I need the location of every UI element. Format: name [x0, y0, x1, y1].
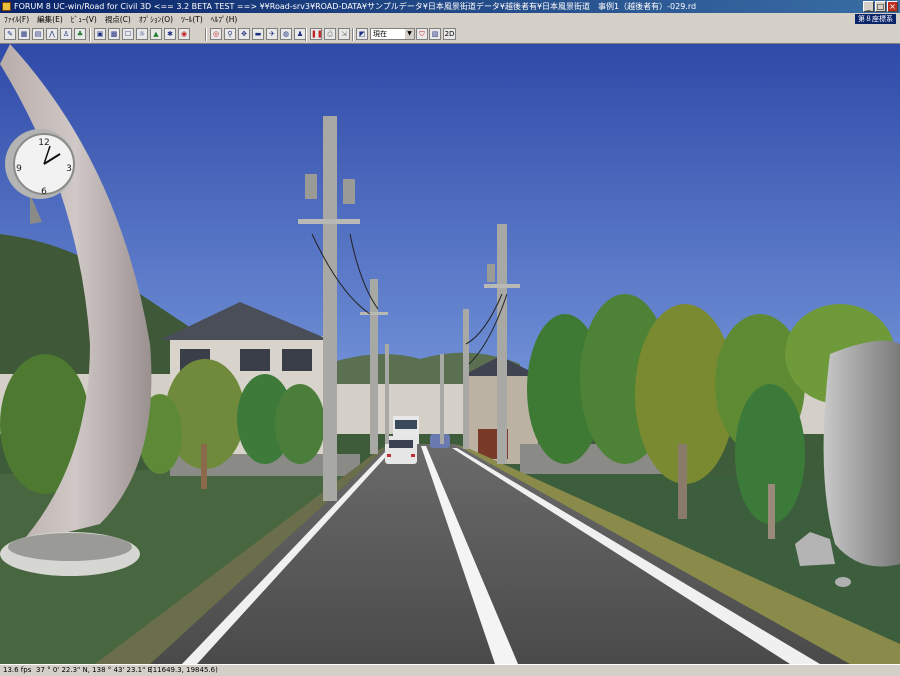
walk-icon[interactable]: ⚲ — [224, 28, 236, 40]
person-icon[interactable]: ♙ — [60, 28, 72, 40]
menu-help[interactable]: ﾍﾙﾌﾟ(H) — [207, 13, 242, 26]
print-icon[interactable]: ⎙ — [324, 28, 336, 40]
window-title: FORUM 8 UC-win/Road for Civil 3D <== 3.2… — [14, 2, 697, 11]
position-readout: (11649.3, 19845.6) — [150, 666, 218, 674]
globe-icon[interactable]: ◍ — [280, 28, 292, 40]
vehicle-car — [385, 436, 417, 464]
light-icon[interactable]: ☼ — [136, 28, 148, 40]
fps-readout: 13.6 fps — [3, 666, 32, 674]
grid-view-icon[interactable]: ▦ — [18, 28, 30, 40]
menu-tools[interactable]: ﾂｰﾙ(T) — [177, 13, 207, 26]
scene-render: 12 3 6 9 — [0, 44, 900, 664]
clock-number-3: 3 — [66, 164, 72, 174]
clock-number-9: 9 — [16, 164, 22, 174]
menu-view[interactable]: ﾋﾞｭｰ(V) — [67, 13, 101, 26]
toolbar: ✎ ▦ ▤ ⋀ ♙ ♣ ▣ ▩ ☐ ☼ ▲ ✱ ◉ ◎ ⚲ ✥ ▬ ✈ ◍ ♟ … — [0, 26, 900, 44]
chevron-down-icon: ▼ — [405, 29, 414, 39]
view-2d-button[interactable]: 2D — [443, 28, 456, 40]
menu-bar: ﾌｧｲﾙ(F) 編集(E) ﾋﾞｭｰ(V) 視点(C) ｵﾌﾟｼｮﾝ(O) ﾂｰﾙ(T) ﾍ… — [0, 13, 900, 26]
geo-coordinate-readout: 37 ° 0' 22.3" N, 138 ° 43' 23.1" E — [36, 666, 152, 674]
camera-view-icon[interactable]: ◩ — [356, 28, 368, 40]
clock-number-12: 12 — [38, 138, 49, 148]
menu-file[interactable]: ﾌｧｲﾙ(F) — [0, 13, 33, 26]
road-icon[interactable]: ⋀ — [46, 28, 58, 40]
record-icon[interactable]: ◉ — [178, 28, 190, 40]
image-icon[interactable]: ▩ — [108, 28, 120, 40]
target-icon[interactable]: ◎ — [210, 28, 222, 40]
view-select[interactable]: 現在 ▼ — [370, 28, 415, 40]
pause-icon[interactable]: ❚❚ — [310, 28, 323, 40]
pen-icon[interactable]: ✎ — [4, 28, 16, 40]
shield-icon[interactable]: ⛉ — [416, 28, 428, 40]
table-icon[interactable]: ▤ — [32, 28, 44, 40]
menu-camera[interactable]: 視点(C) — [101, 13, 135, 26]
window-icon[interactable]: ▣ — [94, 28, 106, 40]
export-icon[interactable]: ⇲ — [338, 28, 350, 40]
stone-boulder-right — [823, 340, 900, 567]
plane-icon[interactable]: ✈ — [266, 28, 278, 40]
menu-options[interactable]: ｵﾌﾟｼｮﾝ(O) — [135, 13, 177, 26]
coordinate-system-label: 第８座標系 — [855, 14, 896, 24]
3d-viewport[interactable]: 12 3 6 9 — [0, 44, 900, 664]
menu-edit[interactable]: 編集(E) — [33, 13, 67, 26]
status-bar: 13.6 fps 37 ° 0' 22.3" N, 138 ° 43' 23.1… — [0, 664, 900, 676]
clock-number-6: 6 — [41, 187, 47, 197]
maximize-button[interactable]: □ — [875, 1, 886, 12]
app-icon — [2, 2, 11, 11]
car-icon[interactable]: ▬ — [252, 28, 264, 40]
dialog-icon[interactable]: ☐ — [122, 28, 134, 40]
tree-icon[interactable]: ♣ — [74, 28, 86, 40]
screenshot-icon[interactable]: ▧ — [429, 28, 441, 40]
terrain-icon[interactable]: ▲ — [150, 28, 162, 40]
settings-icon[interactable]: ✱ — [164, 28, 176, 40]
move-icon[interactable]: ✥ — [238, 28, 250, 40]
close-button[interactable]: × — [887, 1, 898, 12]
minimize-button[interactable]: _ — [863, 1, 874, 12]
pebble — [835, 577, 851, 587]
title-bar: FORUM 8 UC-win/Road for Civil 3D <== 3.2… — [0, 0, 900, 13]
